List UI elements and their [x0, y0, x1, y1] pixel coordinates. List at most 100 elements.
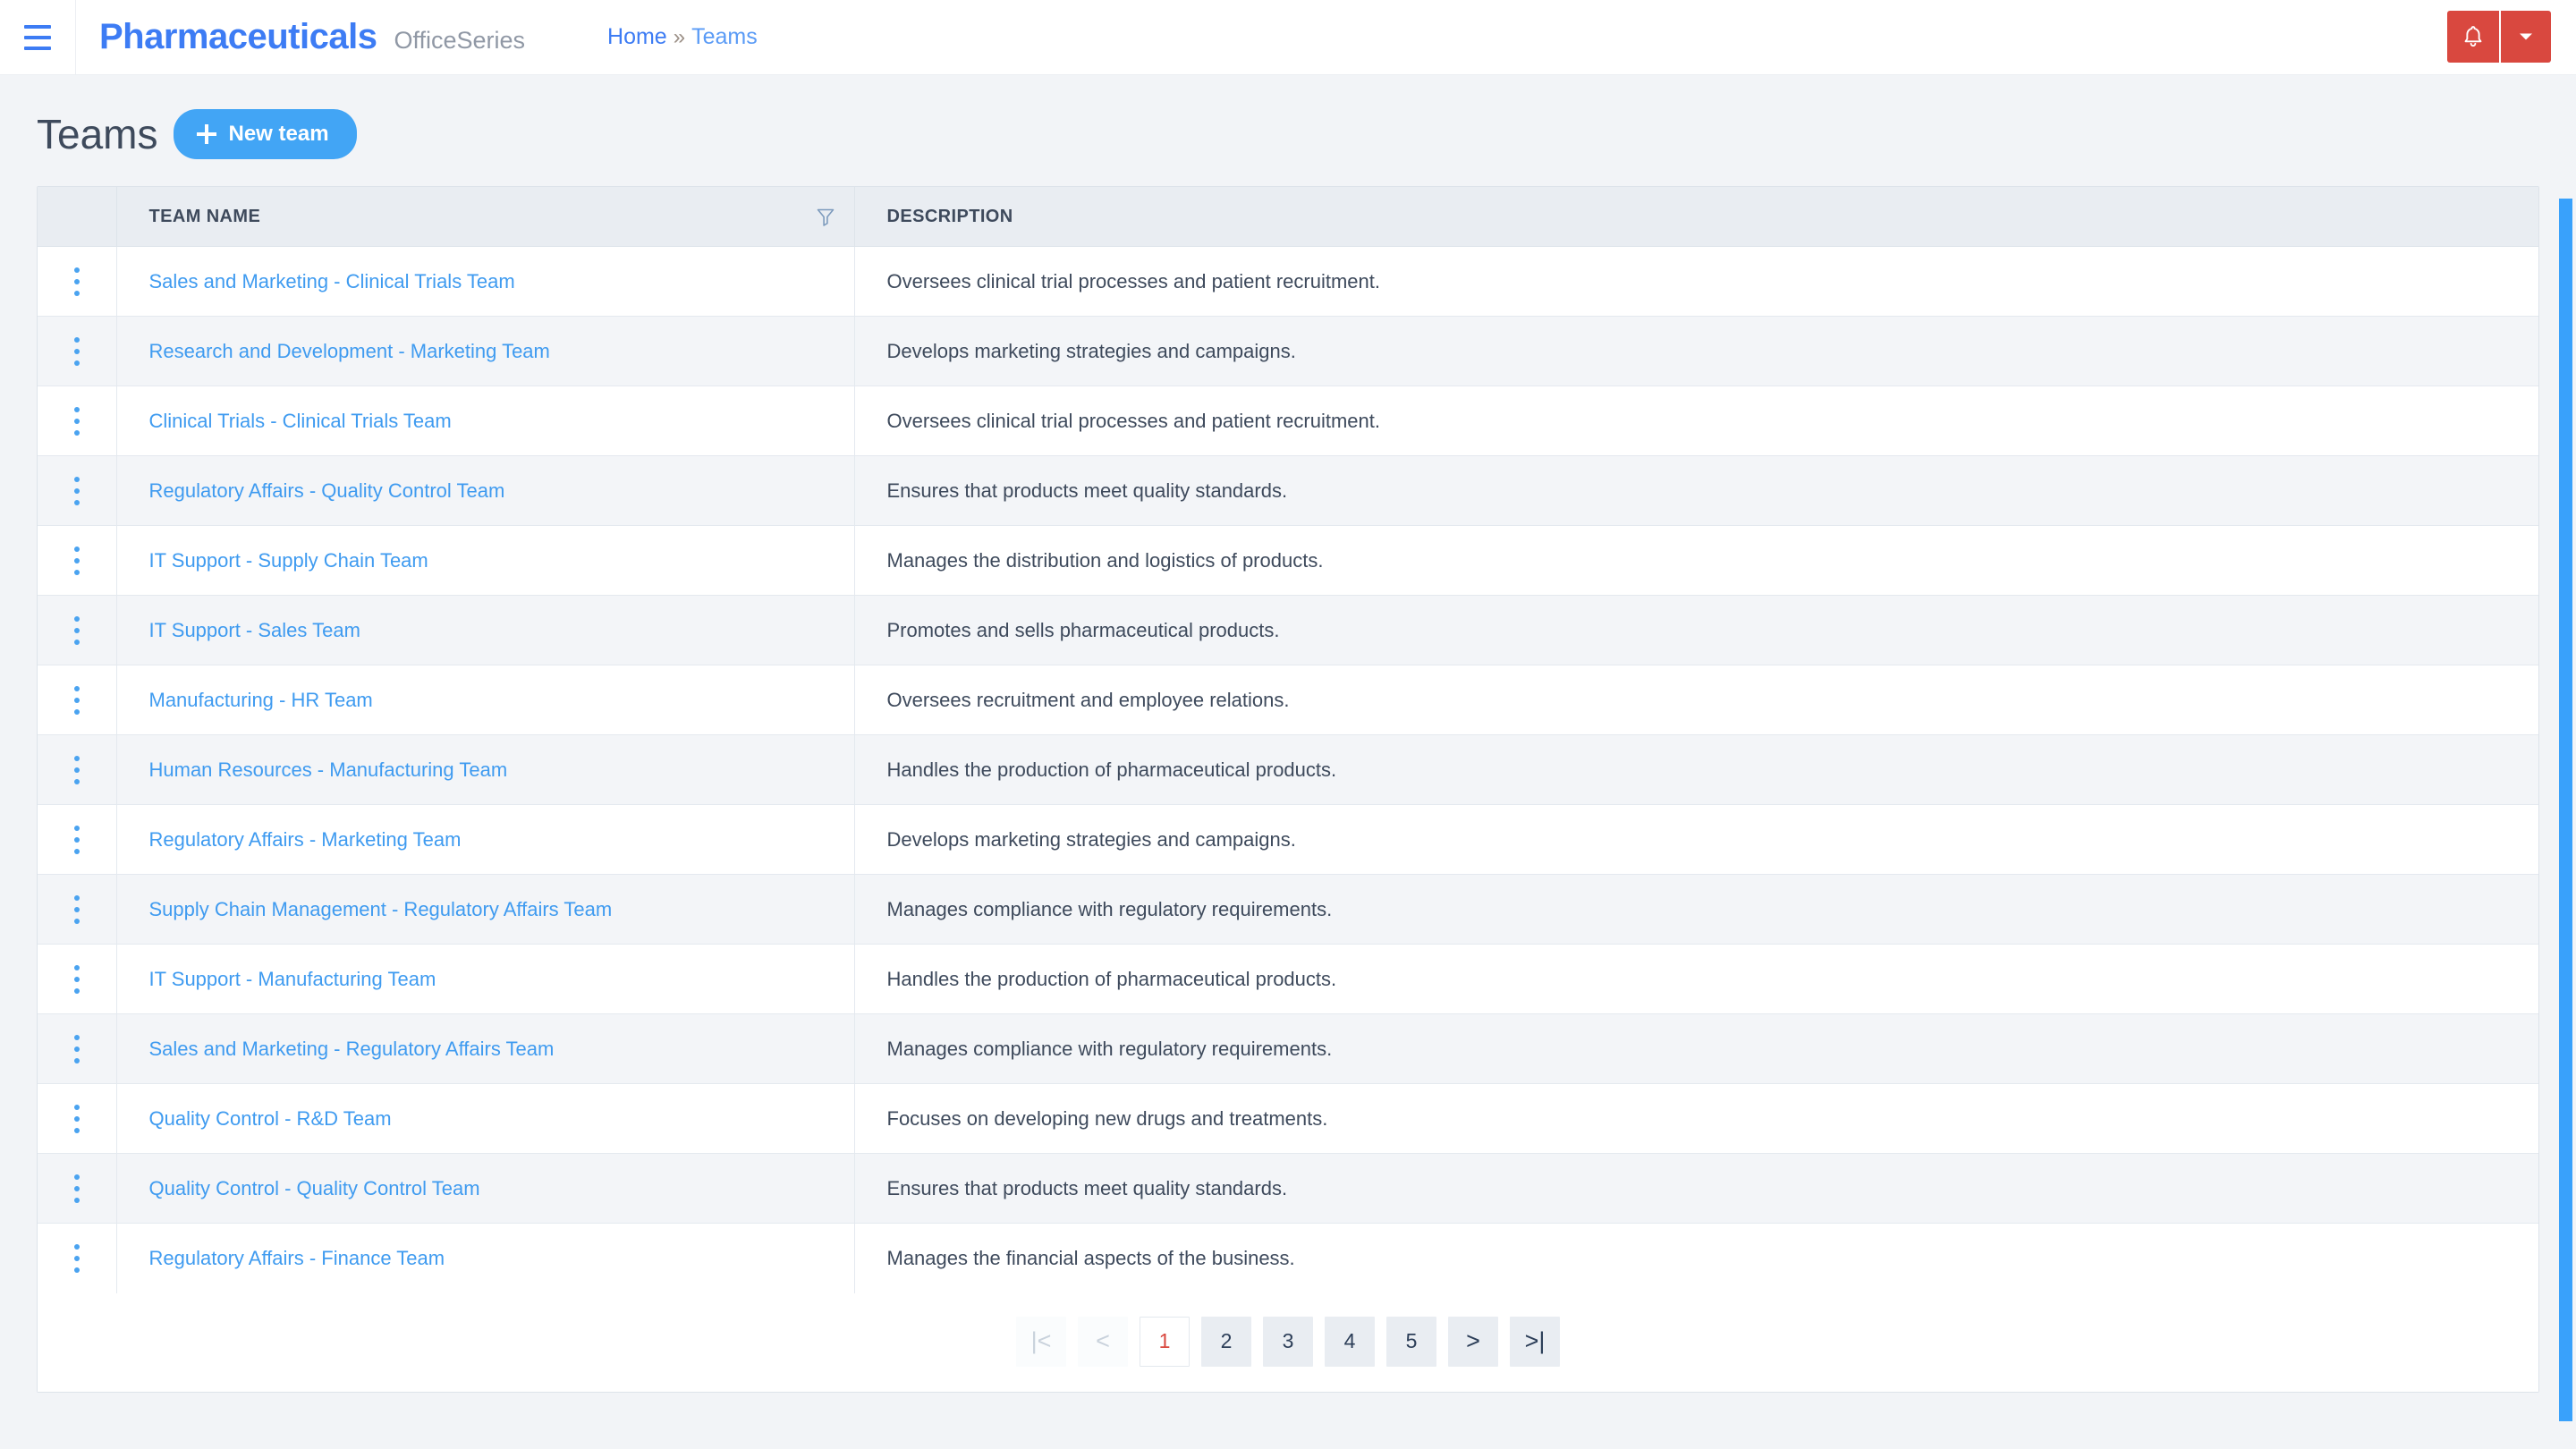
- column-header-team-name[interactable]: TEAM NAME: [116, 187, 855, 247]
- row-description-cell: Oversees clinical trial processes and pa…: [854, 386, 2538, 456]
- row-menu-cell[interactable]: [38, 525, 117, 596]
- pagination-first-button[interactable]: |<: [1016, 1316, 1066, 1367]
- row-menu-cell[interactable]: [38, 1223, 117, 1293]
- breadcrumb-home[interactable]: Home: [607, 24, 667, 50]
- hamburger-bar: [24, 35, 51, 39]
- table-row[interactable]: IT Support - Supply Chain Team Manages th…: [38, 525, 2538, 596]
- team-name-link[interactable]: Sales and Marketing - Regulatory Affairs…: [149, 1038, 555, 1060]
- kebab-menu-icon[interactable]: [38, 615, 115, 645]
- row-menu-cell[interactable]: [38, 1083, 117, 1154]
- page-scrollbar-thumb[interactable]: [2559, 199, 2572, 1421]
- row-menu-cell[interactable]: [38, 734, 117, 805]
- row-team-name-cell: Sales and Marketing - Clinical Trials Te…: [116, 246, 855, 317]
- table-row[interactable]: Clinical Trials - Clinical Trials Team Ov…: [38, 386, 2538, 456]
- row-team-name-cell: IT Support - Sales Team: [116, 595, 855, 665]
- brand[interactable]: Pharmaceuticals OfficeSeries: [99, 17, 525, 57]
- table-row[interactable]: Sales and Marketing - Regulatory Affairs…: [38, 1013, 2538, 1084]
- pagination-next-button[interactable]: >: [1448, 1316, 1498, 1367]
- new-team-button[interactable]: New team: [174, 109, 357, 159]
- kebab-menu-icon[interactable]: [38, 755, 115, 784]
- row-menu-cell[interactable]: [38, 804, 117, 875]
- table-row[interactable]: Sales and Marketing - Clinical Trials Te…: [38, 246, 2538, 317]
- team-name-link[interactable]: Human Resources - Manufacturing Team: [149, 758, 508, 781]
- row-menu-cell[interactable]: [38, 595, 117, 665]
- pagination-page-4[interactable]: 4: [1325, 1316, 1375, 1367]
- notifications-button[interactable]: [2447, 11, 2499, 63]
- kebab-menu-icon[interactable]: [38, 685, 115, 715]
- team-name-link[interactable]: IT Support - Supply Chain Team: [149, 549, 428, 572]
- table-row[interactable]: IT Support - Sales Team Promotes and sell…: [38, 595, 2538, 665]
- table-row[interactable]: Human Resources - Manufacturing Team Hand…: [38, 734, 2538, 805]
- pagination-page-2[interactable]: 2: [1201, 1316, 1251, 1367]
- table-row[interactable]: IT Support - Manufacturing Team Handles t…: [38, 944, 2538, 1014]
- team-name-link[interactable]: Research and Development - Marketing Tea…: [149, 340, 550, 362]
- kebab-menu-icon[interactable]: [38, 894, 115, 924]
- kebab-menu-icon[interactable]: [38, 336, 115, 366]
- breadcrumb: Home » Teams: [607, 24, 758, 50]
- filter-funnel-icon[interactable]: [817, 208, 835, 227]
- page-title: Teams: [37, 111, 158, 157]
- pagination-page-3[interactable]: 3: [1263, 1316, 1313, 1367]
- page-content: Teams New team TEAM NAME DESCRIPTION Sal…: [0, 75, 2576, 1449]
- row-menu-cell[interactable]: [38, 1153, 117, 1224]
- pagination-page-1[interactable]: 1: [1140, 1316, 1190, 1367]
- team-name-link[interactable]: Sales and Marketing - Clinical Trials Te…: [149, 270, 515, 292]
- table-row[interactable]: Quality Control - Quality Control Team En…: [38, 1153, 2538, 1224]
- row-menu-cell[interactable]: [38, 665, 117, 735]
- row-menu-cell[interactable]: [38, 246, 117, 317]
- team-name-link[interactable]: Regulatory Affairs - Quality Control Tea…: [149, 479, 505, 502]
- hamburger-bar: [24, 46, 51, 50]
- table-row[interactable]: Quality Control - R&D Team Focuses on dev…: [38, 1083, 2538, 1154]
- table-row[interactable]: Regulatory Affairs - Marketing Team Devel…: [38, 804, 2538, 875]
- user-menu-dropdown-button[interactable]: [2499, 11, 2551, 63]
- row-menu-cell[interactable]: [38, 944, 117, 1014]
- breadcrumb-teams[interactable]: Teams: [691, 24, 758, 50]
- kebab-menu-icon[interactable]: [38, 406, 115, 436]
- team-name-link[interactable]: Quality Control - R&D Team: [149, 1107, 392, 1130]
- table-row[interactable]: Manufacturing - HR Team Oversees recruitm…: [38, 665, 2538, 735]
- team-name-link[interactable]: Regulatory Affairs - Finance Team: [149, 1247, 445, 1269]
- pagination-page-5[interactable]: 5: [1386, 1316, 1436, 1367]
- kebab-menu-icon[interactable]: [38, 476, 115, 505]
- row-team-name-cell: IT Support - Supply Chain Team: [116, 525, 855, 596]
- table-row[interactable]: Regulatory Affairs - Finance Team Manages…: [38, 1223, 2538, 1293]
- row-team-name-cell: Supply Chain Management - Regulatory Aff…: [116, 874, 855, 945]
- kebab-menu-icon[interactable]: [38, 825, 115, 854]
- table-row[interactable]: Regulatory Affairs - Quality Control Tea…: [38, 455, 2538, 526]
- brand-subtitle: OfficeSeries: [394, 27, 526, 54]
- bell-icon: [2464, 26, 2482, 47]
- page-scrollbar-track[interactable]: [2555, 151, 2576, 1449]
- kebab-menu-icon[interactable]: [38, 1174, 115, 1203]
- row-menu-cell[interactable]: [38, 316, 117, 386]
- row-menu-cell[interactable]: [38, 386, 117, 456]
- team-name-link[interactable]: IT Support - Sales Team: [149, 619, 360, 641]
- row-description-cell: Manages compliance with regulatory requi…: [854, 1013, 2538, 1084]
- kebab-menu-icon[interactable]: [38, 964, 115, 994]
- column-header-menu: [38, 187, 117, 247]
- kebab-menu-icon[interactable]: [38, 1034, 115, 1063]
- table-row[interactable]: Research and Development - Marketing Tea…: [38, 316, 2538, 386]
- team-name-link[interactable]: Quality Control - Quality Control Team: [149, 1177, 480, 1199]
- top-bar: Pharmaceuticals OfficeSeries Home » Team…: [0, 0, 2576, 75]
- team-name-link[interactable]: Regulatory Affairs - Marketing Team: [149, 828, 462, 851]
- team-name-link[interactable]: Clinical Trials - Clinical Trials Team: [149, 410, 452, 432]
- kebab-menu-icon[interactable]: [38, 546, 115, 575]
- pagination-last-button[interactable]: >|: [1510, 1316, 1560, 1367]
- row-menu-cell[interactable]: [38, 455, 117, 526]
- pagination-first-label: |<: [1030, 1327, 1052, 1354]
- kebab-menu-icon[interactable]: [38, 1104, 115, 1133]
- row-menu-cell[interactable]: [38, 1013, 117, 1084]
- row-menu-cell[interactable]: [38, 874, 117, 945]
- kebab-menu-icon[interactable]: [38, 1243, 115, 1273]
- row-team-name-cell: Quality Control - Quality Control Team: [116, 1153, 855, 1224]
- row-description-cell: Manages the financial aspects of the bus…: [886, 1246, 1295, 1269]
- team-name-link[interactable]: IT Support - Manufacturing Team: [149, 968, 436, 990]
- team-name-link[interactable]: Manufacturing - HR Team: [149, 689, 373, 711]
- teams-table-card: TEAM NAME DESCRIPTION Sales and Marketin…: [37, 186, 2539, 1393]
- team-name-link[interactable]: Supply Chain Management - Regulatory Aff…: [149, 898, 613, 920]
- pagination-prev-button[interactable]: <: [1078, 1316, 1128, 1367]
- hamburger-icon[interactable]: [0, 0, 75, 75]
- column-header-description[interactable]: DESCRIPTION: [854, 187, 2538, 247]
- kebab-menu-icon[interactable]: [38, 267, 115, 296]
- table-row[interactable]: Supply Chain Management - Regulatory Aff…: [38, 874, 2538, 945]
